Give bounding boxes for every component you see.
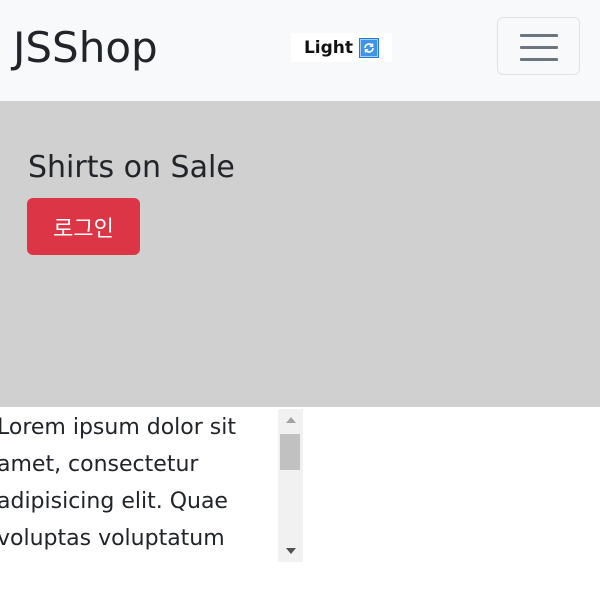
login-button[interactable]: 로그인 — [27, 198, 140, 255]
refresh-icon — [359, 37, 380, 58]
hero-section: Shirts on Sale 로그인 — [0, 101, 600, 407]
hamburger-menu-button[interactable] — [497, 17, 580, 75]
scroll-up-arrow-icon[interactable] — [278, 409, 303, 431]
theme-toggle-button[interactable]: Light — [291, 33, 392, 62]
hero-title: Shirts on Sale — [28, 150, 235, 185]
navbar: JSShop Light — [0, 0, 600, 101]
scroll-down-arrow-icon[interactable] — [278, 540, 303, 562]
scrollable-text-box[interactable]: Lorem ipsum dolor sit amet, consectetur … — [0, 409, 278, 562]
theme-toggle-label: Light — [303, 37, 354, 58]
scrollbar-thumb[interactable] — [280, 434, 300, 470]
lorem-text: Lorem ipsum dolor sit amet, consectetur … — [0, 415, 236, 551]
scrollbar[interactable] — [278, 409, 303, 562]
brand-logo[interactable]: JSShop — [13, 22, 158, 74]
